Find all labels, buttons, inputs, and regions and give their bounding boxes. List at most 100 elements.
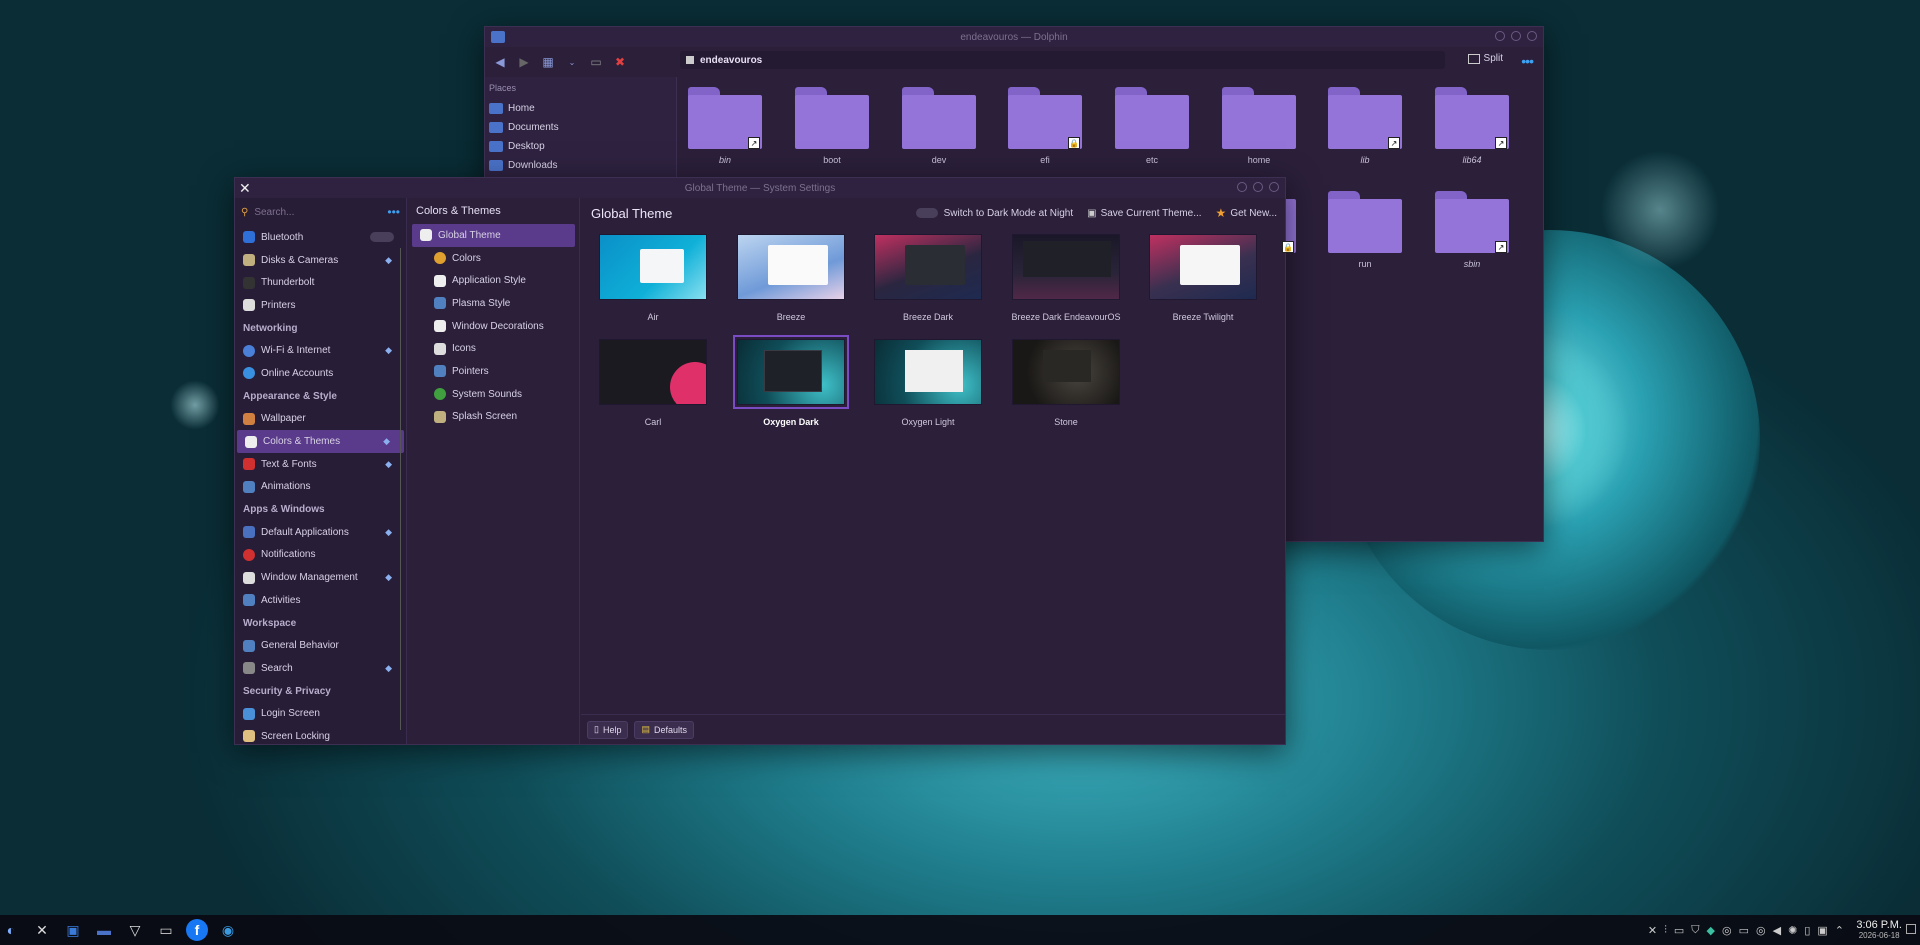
sidebar-item-activities[interactable]: Activities (235, 589, 406, 612)
folder-item[interactable]: boot (792, 87, 872, 165)
sidebar-item-disks[interactable]: Disks & Cameras ◆ (235, 249, 406, 272)
sidebar-item-bluetooth[interactable]: Bluetooth (235, 226, 406, 249)
theme-card-breeze[interactable]: Breeze (735, 234, 847, 322)
clipboard-icon[interactable]: ▣ (1817, 924, 1827, 937)
kde-connect-icon[interactable]: ✕ (1648, 924, 1657, 937)
folder-item[interactable]: ↗ sbin (1432, 191, 1512, 269)
sidebar-item-general-behavior[interactable]: General Behavior (235, 634, 406, 657)
place-home[interactable]: Home (485, 99, 676, 118)
close-icon[interactable] (1269, 182, 1279, 192)
sidebar-item-window-management[interactable]: Window Management ◆ (235, 566, 406, 589)
sidebar-item-search[interactable]: Search ◆ (235, 657, 406, 680)
view-grid-icon[interactable]: ▦ (541, 55, 555, 69)
settings-titlebar[interactable]: ✕ Global Theme — System Settings (235, 178, 1285, 198)
sub-item-global-theme[interactable]: Global Theme (412, 224, 575, 247)
system-settings-taskbar-icon[interactable]: ✕ (31, 919, 53, 941)
sidebar-item-notifications[interactable]: Notifications (235, 544, 406, 567)
sidebar-item-login-screen[interactable]: Login Screen (235, 702, 406, 725)
back-icon[interactable]: ◀ (493, 55, 507, 69)
maximize-icon[interactable] (1253, 182, 1263, 192)
sub-item-window-decorations[interactable]: Window Decorations (408, 315, 579, 338)
folder-item[interactable]: ↗ lib (1325, 87, 1405, 165)
folder-item[interactable]: etc (1112, 87, 1192, 165)
folder-item[interactable]: ↗ lib64 (1432, 87, 1512, 165)
get-new-button[interactable]: ★ Get New... (1216, 206, 1277, 220)
bluetooth-toggle[interactable] (370, 232, 394, 243)
search-input[interactable]: Search... (254, 207, 294, 218)
show-desktop-icon[interactable] (1906, 924, 1916, 934)
place-documents[interactable]: Documents (485, 118, 676, 137)
dolphin-titlebar[interactable]: endeavouros — Dolphin (485, 27, 1543, 47)
help-button[interactable]: ▯ Help (587, 720, 629, 739)
sub-item-colors[interactable]: Colors (408, 247, 579, 270)
folder-item[interactable]: ↗ bin (685, 87, 765, 165)
sub-item-plasma-style[interactable]: Plasma Style (408, 292, 579, 315)
sub-item-application-style[interactable]: Application Style (408, 269, 579, 292)
defaults-button[interactable]: ▤ Defaults (634, 720, 695, 739)
system-settings-window[interactable]: ✕ Global Theme — System Settings ⚲ Searc… (234, 177, 1286, 745)
save-theme-button[interactable]: ▣ Save Current Theme... (1087, 208, 1201, 219)
theme-card-carl[interactable]: Carl (597, 339, 709, 427)
brightness-icon[interactable]: ✺ (1788, 924, 1797, 937)
battery-icon[interactable]: ▯ (1804, 924, 1810, 937)
mixer-icon[interactable]: ⫶ (1664, 924, 1667, 937)
theme-card-oxygen-dark[interactable]: Oxygen Dark (733, 335, 849, 427)
maximize-icon[interactable] (1511, 31, 1521, 41)
app-launcher-icon[interactable]: ◐ (0, 919, 22, 941)
facebook-icon[interactable]: f (186, 919, 208, 941)
sidebar-item-wallpaper[interactable]: Wallpaper (235, 408, 406, 431)
dark-mode-toggle[interactable]: Switch to Dark Mode at Night (915, 208, 1073, 219)
sub-item-icons[interactable]: Icons (408, 337, 579, 360)
firefox-icon[interactable]: ◉ (217, 919, 239, 941)
sidebar-item-screen-locking[interactable]: Screen Locking (235, 725, 406, 748)
sub-item-pointers[interactable]: Pointers (408, 360, 579, 383)
forward-icon[interactable]: ▶ (517, 55, 531, 69)
vpn-icon[interactable]: ▽ (124, 919, 146, 941)
minimize-icon[interactable] (1495, 31, 1505, 41)
place-desktop[interactable]: Desktop (485, 137, 676, 156)
sidebar-item-wifi[interactable]: Wi-Fi & Internet ◆ (235, 339, 406, 362)
sidebar-item-colors-themes[interactable]: Colors & Themes ◆ (237, 430, 404, 453)
sidebar-scrollbar[interactable] (400, 248, 404, 730)
disc-icon[interactable]: ◎ (1756, 924, 1766, 937)
search-field[interactable]: ⚲ Search... ••• (241, 203, 400, 221)
theme-card-breeze-twilight[interactable]: Breeze Twilight (1147, 234, 1259, 322)
close-icon[interactable] (1527, 31, 1537, 41)
folder-item[interactable]: run (1325, 191, 1405, 269)
storage-icon[interactable]: ▭ (1739, 924, 1749, 937)
sidebar-item-printers[interactable]: Printers (235, 294, 406, 317)
sidebar-item-thunderbolt[interactable]: Thunderbolt (235, 271, 406, 294)
theme-card-breeze-dark-endeavouros[interactable]: Breeze Dark EndeavourOS (1010, 234, 1122, 322)
discover-icon[interactable]: ▣ (62, 919, 84, 941)
dolphin-taskbar-icon[interactable]: ▬ (93, 919, 115, 941)
folder-item[interactable]: 🔒 efi (1005, 87, 1085, 165)
sub-item-splash-screen[interactable]: Splash Screen (408, 406, 579, 429)
theme-card-air[interactable]: Air (597, 234, 709, 322)
sidebar-item-animations[interactable]: Animations (235, 476, 406, 499)
theme-card-oxygen-light[interactable]: Oxygen Light (872, 339, 984, 427)
delete-icon[interactable]: ✖ (613, 55, 627, 69)
teal-app-icon[interactable]: ◆ (1707, 924, 1715, 937)
volume-icon[interactable]: ◀ (1773, 924, 1781, 937)
terminal-icon[interactable]: ▭ (155, 919, 177, 941)
sidebar-item-default-apps[interactable]: Default Applications ◆ (235, 521, 406, 544)
folder-item[interactable]: home (1219, 87, 1299, 165)
chevron-down-icon[interactable]: ⌄ (565, 55, 579, 69)
menu-icon[interactable]: ••• (387, 205, 400, 219)
clock[interactable]: 3:06 P.M. 2026-06-18 (1856, 919, 1902, 940)
menu-icon[interactable]: ••• (1521, 53, 1534, 69)
theme-card-breeze-dark[interactable]: Breeze Dark (872, 234, 984, 322)
shield-icon[interactable]: ⛉ (1691, 924, 1699, 937)
sidebar-item-text-fonts[interactable]: Text & Fonts ◆ (235, 453, 406, 476)
folder-item[interactable]: dev (899, 87, 979, 165)
place-downloads[interactable]: Downloads (485, 156, 676, 175)
expand-tray-icon[interactable]: ⌃ (1835, 924, 1844, 937)
sidebar-item-online-accounts[interactable]: Online Accounts (235, 362, 406, 385)
split-button[interactable]: Split (1467, 53, 1503, 64)
location-bar[interactable]: endeavouros (680, 51, 1445, 69)
minimize-icon[interactable] (1237, 182, 1247, 192)
sub-item-system-sounds[interactable]: System Sounds (408, 383, 579, 406)
steam-icon[interactable]: ◎ (1722, 924, 1732, 937)
theme-card-stone[interactable]: Stone (1010, 339, 1122, 427)
new-folder-icon[interactable]: ▭ (589, 55, 603, 69)
